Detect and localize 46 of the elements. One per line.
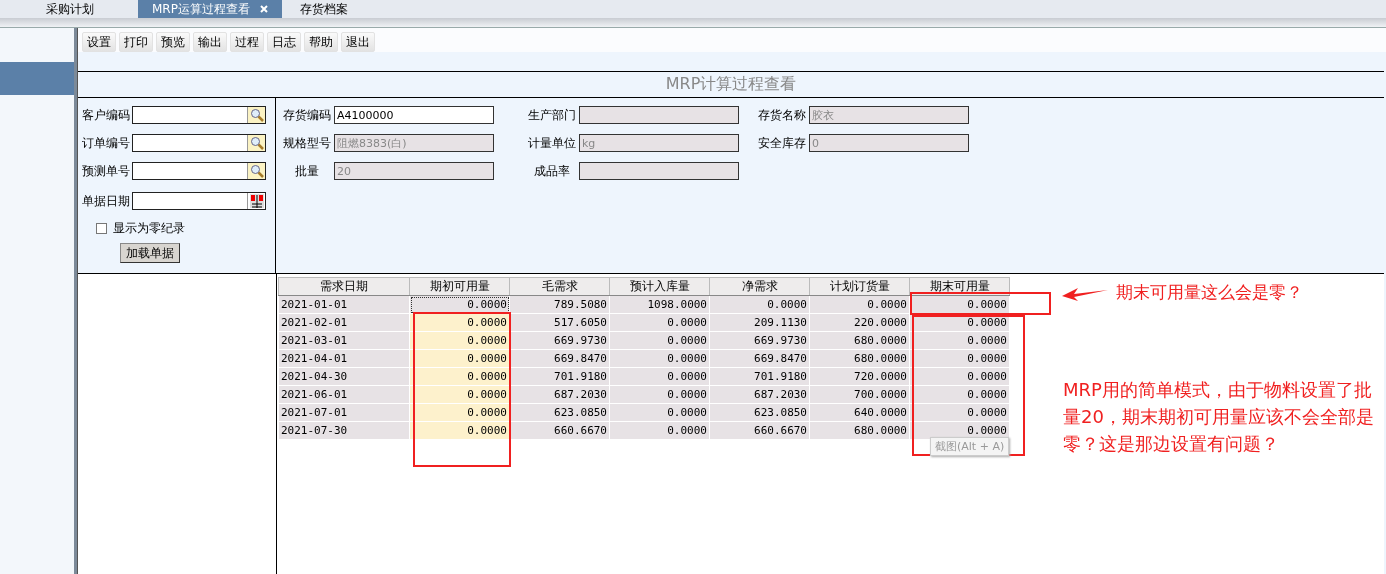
- toolbar-button[interactable]: 设置: [82, 32, 116, 52]
- column-header[interactable]: 计划订货量: [809, 277, 910, 296]
- tab[interactable]: MRP运算过程查看: [138, 0, 282, 18]
- field-label: 单据日期: [82, 192, 130, 210]
- column-header[interactable]: 毛需求: [509, 277, 610, 296]
- close-icon[interactable]: [259, 5, 268, 13]
- column-header[interactable]: 期初可用量: [409, 277, 510, 296]
- column-header[interactable]: 预计入库量: [609, 277, 710, 296]
- search-icon[interactable]: [249, 136, 264, 150]
- toolbar-button[interactable]: 输出: [193, 32, 227, 52]
- calendar-icon[interactable]: [249, 194, 264, 208]
- annotation-text: MRP用的简单模式，由于物料设置了批量20，期末期初可用量应该不会全部是零？这是那边设置有问题？: [1063, 378, 1375, 456]
- tab[interactable]: 存货档案: [285, 0, 362, 18]
- annotation-text: 期末可用量这么会是零？: [1116, 281, 1303, 304]
- toolbar-button[interactable]: 退出: [341, 32, 375, 52]
- field-label: 批量: [294, 162, 320, 180]
- lookup-field[interactable]: [132, 134, 266, 152]
- toolbar-button[interactable]: 日志: [267, 32, 301, 52]
- field-label: 存货编码: [282, 106, 332, 124]
- field-label: 预测单号: [82, 162, 130, 180]
- toolbar-button[interactable]: 帮助: [304, 32, 338, 52]
- tab[interactable]: 采购计划: [32, 0, 108, 18]
- checkbox[interactable]: [96, 223, 107, 234]
- toolbar-button[interactable]: 打印: [119, 32, 153, 52]
- column-header[interactable]: 需求日期: [278, 277, 410, 296]
- field-label: 客户编码: [82, 106, 130, 124]
- field-label: 订单编号: [82, 134, 130, 152]
- field-label: 计量单位: [527, 134, 577, 152]
- field-label: 安全库存: [757, 134, 807, 152]
- toolbar-button[interactable]: 预览: [156, 32, 190, 52]
- toolbar-button[interactable]: 过程: [230, 32, 264, 52]
- window-title: MRP计算过程查看: [78, 71, 1384, 98]
- tooltip: 截图(Alt + A): [930, 437, 1010, 456]
- field-label: 生产部门: [527, 106, 577, 124]
- text-field[interactable]: A4100000: [334, 106, 494, 124]
- lookup-field[interactable]: [132, 162, 266, 180]
- load-button[interactable]: 加载单据: [120, 243, 180, 263]
- column-header[interactable]: 净需求: [709, 277, 810, 296]
- search-icon[interactable]: [249, 164, 264, 178]
- field-label: 成品率: [533, 162, 571, 180]
- field-label: 存货名称: [757, 106, 807, 124]
- search-icon[interactable]: [249, 108, 264, 122]
- date-field[interactable]: [132, 192, 266, 210]
- field-label: 规格型号: [282, 134, 332, 152]
- lookup-field[interactable]: [132, 106, 266, 124]
- checkbox-label: 显示为零纪录: [113, 220, 185, 237]
